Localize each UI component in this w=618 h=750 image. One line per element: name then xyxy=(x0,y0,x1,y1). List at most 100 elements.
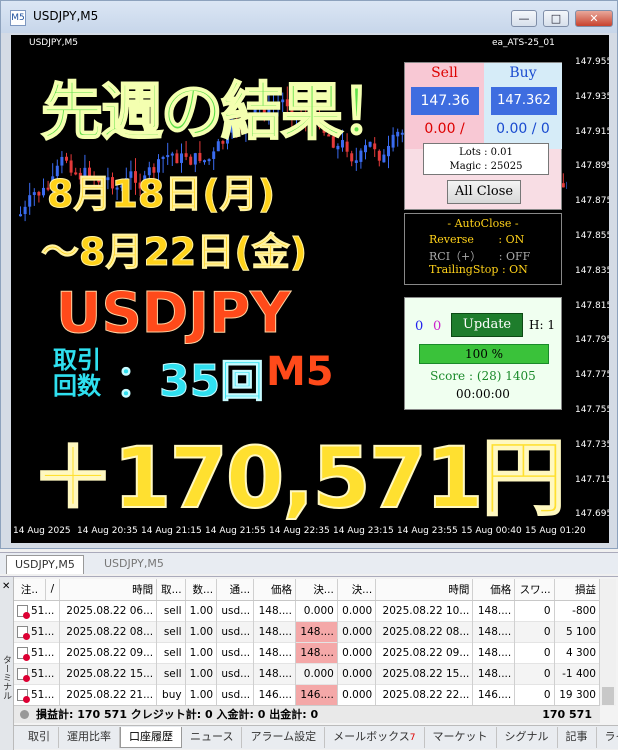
trade-panel: Sell Buy 147.36 147.362 0.00 / 0.00 / 0 … xyxy=(404,62,562,210)
column-header[interactable]: スワ... xyxy=(514,579,555,601)
close-button[interactable]: ✕ xyxy=(575,10,613,27)
candle-body xyxy=(65,156,68,161)
table-cell: sell xyxy=(156,600,186,621)
window-title: USDJPY,M5 xyxy=(33,9,99,23)
vertical-scrollbar[interactable] xyxy=(599,579,616,706)
chart-tab-2[interactable]: USDJPY,M5 xyxy=(96,555,172,574)
table-row[interactable]: 51... 2025.08.22 06... sell 1.00 usd... 148..… xyxy=(14,600,601,621)
time-tick-label: 14 Aug 21:15 xyxy=(141,526,202,536)
table-cell: usd... xyxy=(216,642,255,663)
time-tick-label: 14 Aug 23:15 xyxy=(333,526,394,536)
table-cell: 0.000 xyxy=(295,600,338,621)
table-cell: usd... xyxy=(216,663,255,684)
column-header[interactable]: 決... xyxy=(295,579,338,601)
rci-setting: RCI（+） : OFF xyxy=(429,250,531,263)
candle-body xyxy=(180,153,183,163)
candle-body xyxy=(207,159,211,162)
candle-body xyxy=(175,153,179,164)
terminal-side-bar: ✕ ターミナル xyxy=(0,577,14,750)
order-id-cell: 51... xyxy=(14,600,60,621)
table-cell: 2025.08.22 22... xyxy=(375,684,474,705)
mail-badge: 7 xyxy=(409,733,416,743)
column-header[interactable]: 取... xyxy=(156,579,186,601)
chart-tab-1[interactable]: USDJPY,M5 xyxy=(6,555,84,574)
terminal-tab[interactable]: シグナル xyxy=(497,727,558,748)
candle-body xyxy=(37,191,41,196)
table-row[interactable]: 51... 2025.08.22 09... sell 1.00 usd... 148..… xyxy=(14,642,601,663)
column-header[interactable]: 注.. xyxy=(14,579,46,601)
title-bar[interactable]: M5 USDJPY,M5 — □ ✕ xyxy=(1,1,617,33)
time-tick-label: 14 Aug 20:35 xyxy=(77,526,138,536)
terminal-tab[interactable]: マーケット xyxy=(425,727,497,748)
column-header[interactable]: 価格 xyxy=(253,579,296,601)
terminal-tab[interactable]: アラーム設定 xyxy=(242,727,326,748)
lots-magic-box: Lots : 0.01 Magic : 25025 xyxy=(423,143,549,175)
table-row[interactable]: 51... 2025.08.22 08... sell 1.00 usd... 148..… xyxy=(14,621,601,642)
trailing-setting: TrailingStop : ON xyxy=(429,263,528,276)
sell-button[interactable]: 147.36 xyxy=(411,87,479,115)
overlay-trades-count: ：35回 xyxy=(114,356,265,408)
table-cell: usd... xyxy=(216,600,255,621)
terminal-tab[interactable]: 記事 xyxy=(558,727,597,748)
candle-body xyxy=(203,160,206,163)
column-header[interactable]: / xyxy=(45,579,60,601)
price-tick-label: 147.955 xyxy=(575,57,609,67)
sell-pl: 0.00 / xyxy=(424,121,465,137)
all-close-button[interactable]: All Close xyxy=(447,180,521,204)
time-tick-label: 14 Aug 22:35 xyxy=(269,526,330,536)
column-header[interactable]: 損益 xyxy=(554,579,601,601)
maximize-button[interactable]: □ xyxy=(543,10,569,27)
table-body: 51... 2025.08.22 06... sell 1.00 usd... 148..… xyxy=(14,600,601,705)
buy-button[interactable]: 147.362 xyxy=(491,87,557,115)
table-cell: 148.... xyxy=(472,642,516,663)
update-button[interactable]: Update xyxy=(451,313,523,337)
column-header[interactable]: 通... xyxy=(216,579,255,601)
terminal-tab[interactable]: 取引 xyxy=(20,727,59,748)
trades-label-line2: 回数 xyxy=(53,372,101,400)
column-header[interactable]: 価格 xyxy=(472,579,516,601)
terminal-tab[interactable]: ライブ xyxy=(597,727,618,748)
candle-body xyxy=(382,154,386,163)
table-cell: 148.... xyxy=(295,621,338,642)
close-icon[interactable]: ✕ xyxy=(2,581,10,592)
terminal-tab[interactable]: 運用比率 xyxy=(59,727,120,748)
summary-icon xyxy=(20,710,29,719)
column-header[interactable]: 数... xyxy=(185,579,218,601)
terminal-tab[interactable]: 口座履歴 xyxy=(120,727,182,748)
terminal-tab[interactable]: メールボックス7 xyxy=(325,727,425,748)
table-cell: 148.... xyxy=(253,663,296,684)
table-cell: 5 100 xyxy=(554,621,601,642)
scrollbar-thumb[interactable] xyxy=(602,687,614,705)
table-cell: usd... xyxy=(216,684,255,705)
table-cell: 0.000 xyxy=(337,684,377,705)
order-ticket-icon xyxy=(17,604,30,619)
column-header[interactable]: 決... xyxy=(337,579,377,601)
terminal-tab[interactable]: ニュース xyxy=(182,727,243,748)
price-chart[interactable]: USDJPY,M5 ea_ATS-25_01 先週の結果！ 8月18日(月) 〜… xyxy=(11,35,609,543)
table-cell: 148.... xyxy=(253,621,296,642)
candle-body xyxy=(19,214,22,217)
overlay-timeframe: M5 xyxy=(266,349,334,395)
table-cell: 2025.08.22 08... xyxy=(59,621,158,642)
table-row[interactable]: 51... 2025.08.22 21... buy 1.00 usd... 146...… xyxy=(14,684,601,705)
candle-body xyxy=(359,150,363,162)
autoclose-panel: - AutoClose - Reverse : ON RCI（+） : OFF … xyxy=(404,213,562,285)
app-icon: M5 xyxy=(10,10,26,26)
candle-body xyxy=(198,152,202,162)
order-id-cell: 51... xyxy=(14,663,60,684)
table-header: 注.. / 時間 取... 数... 通... 価格 決... 決... 時間 価格 スワ... 損益 xyxy=(14,579,601,601)
column-header[interactable]: 時間 xyxy=(59,579,158,601)
order-ticket-icon xyxy=(17,646,30,661)
table-cell: 2025.08.22 21... xyxy=(59,684,158,705)
table-cell: 2025.08.22 06... xyxy=(59,600,158,621)
table-cell: 0 xyxy=(514,684,555,705)
column-header[interactable]: 時間 xyxy=(375,579,474,601)
candle-body xyxy=(350,153,354,162)
price-tick-label: 147.695 xyxy=(575,509,609,520)
overlay-title: 先週の結果！ xyxy=(40,74,404,149)
table-cell: 1.00 xyxy=(185,663,218,684)
minimize-button[interactable]: — xyxy=(511,10,537,27)
candle-body xyxy=(23,206,27,215)
price-tick-label: 147.775 xyxy=(575,370,609,381)
table-row[interactable]: 51... 2025.08.22 15... sell 1.00 usd... 148..… xyxy=(14,663,601,684)
